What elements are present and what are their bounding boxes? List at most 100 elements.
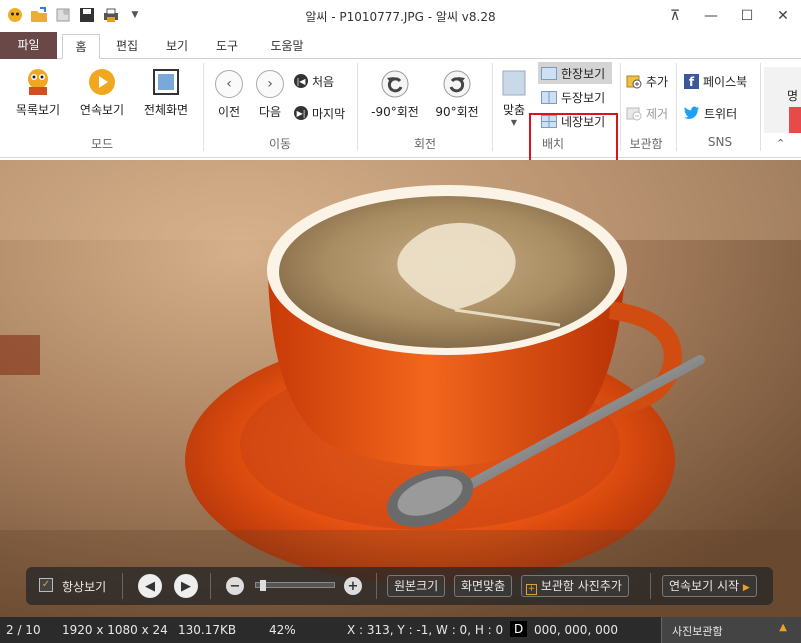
fit-dropdown-button[interactable]: 맞춤 ▼ — [498, 67, 530, 127]
expand-up-icon: ▲ — [779, 622, 787, 633]
next-image-button[interactable]: ▶ — [174, 574, 198, 598]
next-icon: › — [255, 69, 285, 99]
mode-group-label: 모드 — [90, 137, 114, 151]
color-swatch: D — [510, 621, 528, 637]
cursor-coords: X : 313, Y : -1, W : 0, H : 0 — [347, 623, 504, 637]
album-add-icon — [626, 75, 642, 89]
rotate-right-label: 90°회전 — [435, 105, 479, 119]
twitter-label: 트위터 — [704, 106, 738, 121]
slideshow-button[interactable]: 연속보기 — [72, 67, 132, 118]
rotate-right-button[interactable]: 90°회전 — [430, 69, 484, 120]
separator — [122, 573, 123, 599]
last-label: 마지막 — [312, 106, 346, 121]
twitter-icon — [684, 106, 700, 119]
album-remove-button[interactable]: 제거 — [626, 102, 668, 124]
tab-help[interactable]: 도움말 — [262, 34, 312, 59]
photo-album-label: 사진보관함 — [672, 625, 723, 638]
title-bar: ▼ 알씨 - P1010777.JPG - 알씨 v8.28 ⊼ — ☐ ✕ — [0, 0, 801, 32]
play-icon — [87, 67, 117, 97]
tab-edit[interactable]: 편집 — [108, 34, 146, 59]
facebook-label: 페이스북 — [703, 74, 748, 89]
separator — [210, 573, 211, 599]
tab-tools[interactable]: 도구 — [208, 34, 246, 59]
fullscreen-icon — [151, 67, 181, 97]
separator — [760, 63, 761, 151]
prev-icon: ‹ — [214, 69, 244, 99]
add-album-label: 보관함 사진추가 — [540, 579, 622, 593]
next-button[interactable]: › 다음 — [253, 69, 287, 120]
rotate-right-icon — [442, 69, 472, 99]
separator — [650, 573, 651, 599]
image-viewer[interactable] — [0, 160, 801, 617]
prev-image-button[interactable]: ◀ — [138, 574, 162, 598]
first-button[interactable]: |◀ 처음 — [294, 70, 334, 92]
actual-size-button[interactable]: 원본크기 — [387, 575, 446, 597]
first-label: 처음 — [312, 74, 335, 89]
twitter-button[interactable]: 트위터 — [684, 102, 737, 124]
minimize-button[interactable]: — — [693, 0, 729, 32]
start-slideshow-button[interactable]: 연속보기 시작 ▶ — [662, 575, 757, 597]
rotate-left-button[interactable]: -90°회전 — [366, 69, 424, 120]
color-value: 000, 000, 000 — [534, 623, 618, 637]
image-index: 2 / 10 — [6, 623, 41, 637]
ribbon-toggle-button[interactable]: ⊼ — [657, 0, 693, 32]
facebook-icon: f — [684, 73, 699, 89]
rotate-group-label: 회전 — [413, 137, 437, 151]
zoom-slider[interactable] — [255, 580, 335, 591]
tab-home[interactable]: 홈 — [62, 34, 100, 59]
sns-group-label: SNS — [707, 135, 733, 149]
tab-view[interactable]: 보기 — [158, 34, 196, 59]
zoom-percent: 42% — [269, 623, 296, 637]
always-show-label: 항상보기 — [62, 580, 107, 594]
coffee-photo — [0, 160, 801, 617]
always-show-checkbox[interactable]: ✓ — [39, 578, 53, 592]
single-view-button[interactable]: 한장보기 — [538, 62, 612, 84]
file-size: 130.17KB — [178, 623, 237, 637]
list-view-label: 목록보기 — [15, 103, 61, 117]
status-bar: 2 / 10 1920 x 1080 x 24 130.17KB 42% X :… — [0, 617, 801, 643]
fullscreen-button[interactable]: 전체화면 — [138, 67, 194, 118]
prev-label: 이전 — [217, 105, 241, 119]
last-icon: ▶| — [294, 106, 308, 120]
last-button[interactable]: ▶| 마지막 — [294, 102, 345, 124]
collapse-ribbon-icon[interactable]: ⌃ — [776, 137, 785, 150]
tab-file[interactable]: 파일 — [0, 32, 57, 59]
image-dimensions: 1920 x 1080 x 24 — [62, 623, 168, 637]
photo-album-toggle[interactable]: 사진보관함 ▲ — [661, 617, 801, 643]
double-view-icon — [541, 90, 557, 104]
ribbon-tabs: 파일 홈 편집 보기 도구 도움말 — [0, 32, 801, 59]
ribbon-overflow-panel[interactable]: 명 — [764, 67, 801, 133]
slideshow-label: 연속보기 — [79, 103, 125, 117]
separator — [376, 573, 377, 599]
album-add-label: 추가 — [646, 74, 669, 89]
fit-screen-button[interactable]: 화면맞춤 — [454, 575, 513, 597]
album-remove-icon — [626, 107, 642, 121]
rotate-left-label: -90°회전 — [371, 105, 419, 119]
ribbon: 목록보기 연속보기 전체화면 모드 ‹ 이전 › 다음 |◀ 처음 ▶| 마지막… — [0, 59, 801, 218]
fit-label: 맞춤 — [502, 103, 526, 117]
list-view-icon — [23, 67, 53, 97]
zoom-in-button[interactable]: + — [344, 577, 362, 595]
close-button[interactable]: ✕ — [765, 0, 801, 32]
album-group-label: 보관함 — [629, 137, 663, 151]
separator — [676, 63, 677, 151]
fit-icon — [499, 67, 529, 97]
album-add-button[interactable]: 추가 — [626, 70, 668, 92]
zoom-out-button[interactable]: − — [226, 577, 244, 595]
maximize-button[interactable]: ☐ — [729, 0, 765, 32]
separator — [357, 63, 358, 151]
double-view-button[interactable]: 두장보기 — [541, 86, 605, 108]
zoom-slider-thumb[interactable] — [259, 580, 266, 591]
next-label: 다음 — [258, 105, 282, 119]
separator — [620, 63, 621, 151]
album-remove-label: 제거 — [646, 106, 669, 121]
fullscreen-label: 전체화면 — [143, 103, 189, 117]
single-view-label: 한장보기 — [561, 66, 606, 81]
floating-toolbar: ✓ 항상보기 ◀ ▶ − + 원본크기 화면맞춤 + 보관함 사진추가 연속보기… — [26, 567, 773, 605]
single-view-icon — [541, 66, 557, 80]
facebook-button[interactable]: f 페이스북 — [684, 70, 747, 92]
add-album-button[interactable]: + 보관함 사진추가 — [521, 575, 629, 597]
list-view-button[interactable]: 목록보기 — [10, 67, 66, 118]
prev-button[interactable]: ‹ 이전 — [212, 69, 246, 120]
first-icon: |◀ — [294, 74, 308, 88]
